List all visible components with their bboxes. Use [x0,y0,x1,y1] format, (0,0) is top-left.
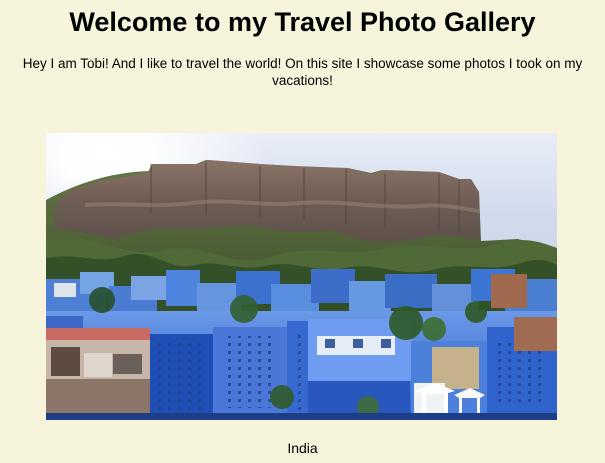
gallery-page: Welcome to my Travel Photo Gallery Hey I… [0,0,605,463]
photo-caption: India [287,440,318,456]
intro-text: Hey I am Tobi! And I like to travel the … [22,56,583,88]
photo-image [46,133,557,420]
page-title: Welcome to my Travel Photo Gallery [69,7,536,37]
gallery-photo [46,133,557,420]
